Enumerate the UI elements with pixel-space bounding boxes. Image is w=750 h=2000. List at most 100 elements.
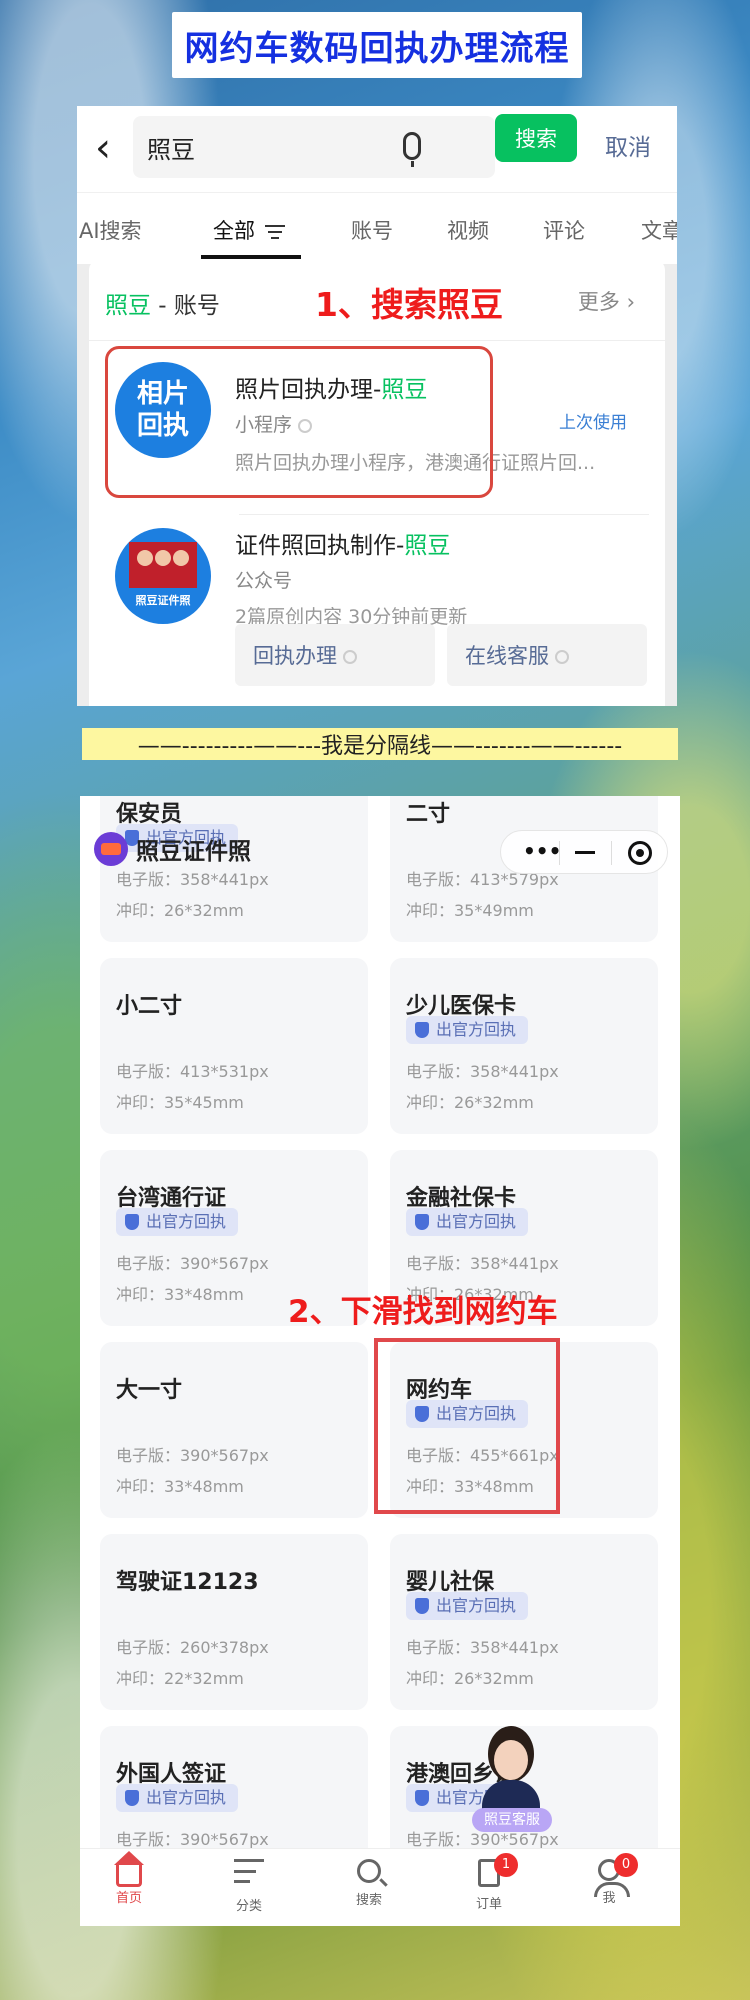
spec-card[interactable]: 驾驶证12123 电子版：260*378px 冲印：22*32mm <box>100 1534 368 1710</box>
account-type: 公众号 <box>235 570 293 592</box>
tab-search[interactable]: 搜索 <box>334 1859 404 1908</box>
button-label: 在线客服 <box>465 644 549 668</box>
highlight-box <box>105 346 493 498</box>
spec-name: 二寸 <box>406 802 451 827</box>
search-icon <box>357 1859 381 1883</box>
digital-size: 电子版：413*531px <box>116 1062 269 1081</box>
search-input[interactable]: 照豆 <box>133 116 495 178</box>
digital-size: 电子版：358*441px <box>406 1254 559 1273</box>
section-title-rest: - 账号 <box>151 293 220 319</box>
tab-me[interactable]: 我 0 <box>574 1853 644 1906</box>
section-title: 照豆 - 账号 <box>105 286 220 320</box>
tab-all-label: 全部 <box>213 219 255 243</box>
back-arrow-icon[interactable]: ‹ <box>95 128 111 168</box>
step1-annotation: 1、搜索照豆 <box>315 285 503 324</box>
digital-size: 电子版：390*567px <box>116 1830 269 1849</box>
divider <box>559 841 560 865</box>
account-results-card: 照豆 - 账号 1、搜索照豆 更多 › 相片 回执 照片回执办理-照豆 小程序 … <box>89 260 665 706</box>
more-link[interactable]: 更多 › <box>578 286 635 316</box>
person-icon <box>137 550 153 566</box>
print-size: 冲印：26*32mm <box>116 901 244 920</box>
section-title-keyword: 照豆 <box>105 293 151 319</box>
spec-card[interactable]: 小二寸电子版：413*531px 冲印：35*45mm <box>100 958 368 1134</box>
search-tabs: AI搜索 全部 账号 视频 评论 文章 <box>77 192 677 264</box>
avatar-face <box>494 1740 528 1780</box>
spec-name: 大一寸 <box>116 1378 183 1403</box>
digital-size: 电子版：390*567px <box>116 1446 269 1465</box>
customer-service-avatar[interactable]: 照豆客服 <box>472 1726 552 1836</box>
spec-card[interactable]: 大一寸 电子版：390*567px 冲印：33*48mm <box>100 1342 368 1518</box>
print-size: 冲印：26*32mm <box>406 1669 534 1688</box>
spec-card[interactable]: 婴儿社保 出官方回执 电子版：358*441px 冲印：26*32mm <box>390 1534 658 1710</box>
wechat-search-screen: ‹ 照豆 搜索 取消 AI搜索 全部 账号 视频 评论 文章 照豆 - 账号 1… <box>77 106 677 706</box>
print-size: 冲印：26*32mm <box>406 1093 534 1112</box>
tab-videos[interactable]: 视频 <box>447 215 489 245</box>
online-support-button[interactable]: 在线客服 <box>447 624 647 686</box>
official-receipt-badge: 出官方回执 <box>116 1784 239 1812</box>
step2-annotation: 2、下滑找到网约车 <box>288 1294 558 1330</box>
more-options-icon[interactable]: ••• <box>523 839 561 863</box>
official-receipt-badge: 出官方回执 <box>406 1592 529 1620</box>
tab-accounts[interactable]: 账号 <box>351 215 393 245</box>
logo-label: 照豆证件照 <box>135 594 191 607</box>
bottom-tab-bar: 首页 分类 搜索 订单 1 我 0 <box>80 1848 680 1926</box>
tab-label: 首页 <box>115 1891 142 1906</box>
miniprogram-capsule: ••• <box>500 830 668 874</box>
tab-ai-search[interactable]: AI搜索 <box>79 215 142 245</box>
official-account-logo[interactable]: 照豆证件照 <box>115 528 211 624</box>
home-icon <box>114 1851 144 1887</box>
last-used-label: 上次使用 <box>559 413 627 433</box>
official-account-title[interactable]: 证件照回执制作-照豆 <box>235 526 450 560</box>
official-receipt-badge: 出官方回执 <box>116 1208 239 1236</box>
title-prefix: 证件照回执制作- <box>235 533 405 559</box>
tab-articles[interactable]: 文章 <box>641 215 677 245</box>
tab-label: 搜索 <box>355 1893 382 1908</box>
tab-category[interactable]: 分类 <box>214 1859 284 1914</box>
more-label: 更多 <box>577 290 620 314</box>
banner-title: 网约车数码回执办理流程 <box>184 28 570 69</box>
digital-size: 电子版：358*441px <box>116 870 269 889</box>
microphone-icon[interactable] <box>403 132 421 167</box>
brand-name: 照豆证件照 <box>136 839 251 865</box>
print-size: 冲印：22*32mm <box>116 1669 244 1688</box>
spec-name: 驾驶证12123 <box>116 1570 259 1595</box>
link-icon <box>343 650 357 664</box>
active-tab-indicator <box>201 255 301 259</box>
spec-card[interactable]: 保安员 出官方回执 电子版：358*441px 冲印：26*32mm <box>100 796 368 942</box>
minimize-icon[interactable] <box>575 851 595 854</box>
cancel-button[interactable]: 取消 <box>605 128 651 162</box>
tab-orders[interactable]: 订单 1 <box>454 1853 524 1912</box>
print-size: 冲印：35*49mm <box>406 901 534 920</box>
digital-size: 电子版：260*378px <box>116 1638 269 1657</box>
print-size: 冲印：33*48mm <box>116 1285 244 1304</box>
print-size: 冲印：35*45mm <box>116 1093 244 1112</box>
link-icon <box>555 650 569 664</box>
button-label: 回执办理 <box>253 644 337 668</box>
category-icon <box>234 1859 264 1889</box>
title-keyword: 照豆 <box>404 533 451 559</box>
brand-header: 照豆证件照 <box>94 830 251 868</box>
profile-badge: 0 <box>614 1853 638 1877</box>
chevron-right-icon: › <box>626 290 635 314</box>
spec-card[interactable]: 少儿医保卡 出官方回执 电子版：358*441px 冲印：26*32mm <box>390 958 658 1134</box>
person-icon <box>173 550 189 566</box>
official-receipt-badge: 出官方回执 <box>406 1208 529 1236</box>
filter-icon <box>265 225 285 239</box>
search-query: 照豆 <box>147 136 195 164</box>
tab-all[interactable]: 全部 <box>213 215 285 245</box>
close-target-icon[interactable] <box>628 841 652 865</box>
divider <box>89 340 665 341</box>
tab-comments[interactable]: 评论 <box>543 215 585 245</box>
spec-name: 小二寸 <box>116 994 183 1019</box>
digital-size: 电子版：358*441px <box>406 1638 559 1657</box>
search-button[interactable]: 搜索 <box>495 114 577 162</box>
page-banner: 网约车数码回执办理流程 <box>172 12 582 78</box>
receipt-service-button[interactable]: 回执办理 <box>235 624 435 686</box>
digital-size: 电子版：358*441px <box>406 1062 559 1081</box>
brand-logo-icon <box>94 832 128 866</box>
digital-size: 电子版：390*567px <box>116 1254 269 1273</box>
orders-badge: 1 <box>494 1853 518 1877</box>
miniprogram-screen: 保安员 出官方回执 电子版：358*441px 冲印：26*32mm 二寸 电子版：413… <box>80 796 680 1926</box>
person-icon <box>155 550 171 566</box>
tab-home[interactable]: 首页 <box>94 1851 164 1906</box>
